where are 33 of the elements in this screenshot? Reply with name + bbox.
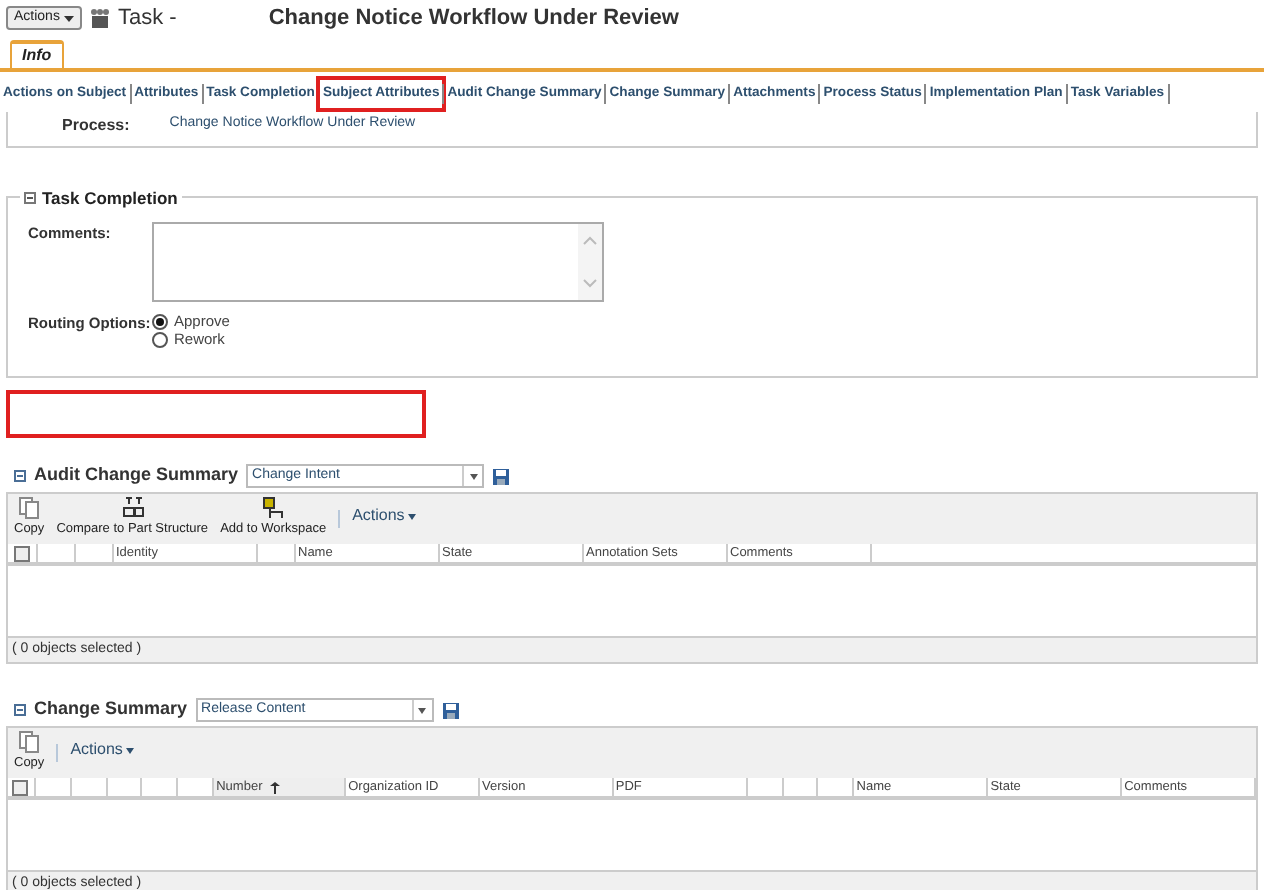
collapse-icon	[14, 704, 26, 716]
comments-field[interactable]	[152, 222, 604, 302]
select-all-checkbox[interactable]	[14, 545, 30, 561]
copy-icon	[18, 496, 41, 521]
page-title: Change Notice Workflow Under Review	[268, 3, 679, 34]
structure-icon	[121, 496, 144, 521]
caret-icon	[126, 747, 135, 753]
process-label: Process:	[62, 114, 130, 138]
actions-menu[interactable]: Actions	[352, 504, 417, 528]
save-icon	[492, 467, 511, 485]
radio-button[interactable]	[152, 331, 168, 347]
collapse-icon	[24, 192, 36, 205]
copy-icon	[18, 730, 41, 755]
workspace-icon	[262, 496, 285, 521]
task-label: Task -	[117, 3, 177, 34]
sort-arrow-icon	[270, 781, 281, 793]
caret-icon	[63, 15, 74, 21]
caret-icon	[418, 707, 427, 713]
tab[interactable]: Info	[10, 40, 64, 68]
save-button[interactable]	[441, 701, 460, 719]
actions-menu[interactable]: Actions	[70, 738, 135, 762]
radio-button[interactable]	[152, 313, 168, 329]
section-title: Task Completion	[42, 186, 178, 212]
select-all-checkbox[interactable]	[12, 779, 29, 795]
caret-icon	[469, 473, 478, 479]
scrollbar-icon	[578, 224, 602, 300]
save-icon	[441, 701, 460, 719]
section-title: Change Summary	[34, 696, 188, 723]
caret-icon	[408, 513, 417, 519]
task-icon	[89, 8, 110, 28]
save-button[interactable]	[492, 467, 511, 485]
section-title: Audit Change Summary	[34, 462, 239, 489]
collapse-icon	[14, 470, 26, 482]
